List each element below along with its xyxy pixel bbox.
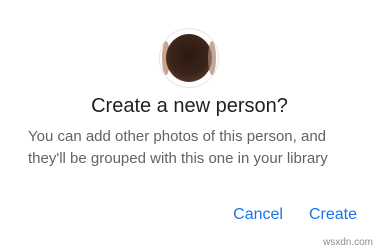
avatar-right-edge bbox=[208, 41, 216, 75]
create-button[interactable]: Create bbox=[309, 206, 357, 224]
dialog-title: Create a new person? bbox=[91, 95, 288, 117]
dialog-actions: Cancel Create bbox=[233, 206, 357, 224]
person-avatar bbox=[160, 29, 218, 87]
avatar-face bbox=[166, 34, 212, 82]
cancel-button[interactable]: Cancel bbox=[233, 206, 283, 224]
dialog-message: You can add other photos of this person,… bbox=[28, 128, 328, 167]
create-person-dialog: Create a new person? You can add other p… bbox=[0, 0, 379, 251]
watermark: wsxdn.com bbox=[322, 237, 373, 248]
